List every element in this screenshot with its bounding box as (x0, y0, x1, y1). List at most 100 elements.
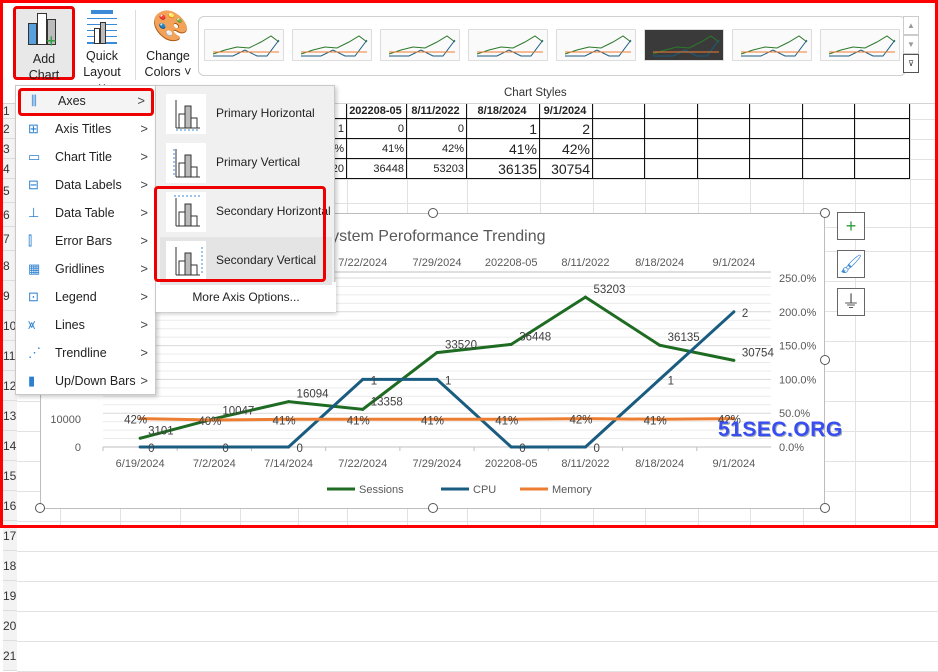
data-point[interactable] (583, 445, 587, 449)
row-header[interactable]: 20 (3, 611, 17, 641)
legend-label[interactable]: Memory (552, 484, 592, 496)
table-cell[interactable] (855, 159, 910, 179)
row-header[interactable]: 16 (3, 491, 17, 521)
row-header[interactable]: 19 (3, 581, 17, 611)
chart-styles-brush-icon[interactable]: 🖌 (837, 250, 865, 278)
data-point[interactable] (435, 351, 439, 355)
data-point[interactable] (732, 358, 736, 362)
table-cell[interactable]: 41% (347, 139, 407, 159)
resize-handle[interactable] (35, 503, 45, 513)
table-cell[interactable]: 0 (407, 119, 467, 139)
legend-label[interactable]: CPU (473, 484, 496, 496)
menu-item-axes[interactable]: ⫼ Axes > (18, 88, 154, 116)
table-cell[interactable]: 53203 (407, 159, 467, 179)
table-cell[interactable] (803, 139, 855, 159)
data-point[interactable] (361, 377, 365, 381)
data-point[interactable] (583, 295, 587, 299)
menu-item-error-bars[interactable]: ⫿ Error Bars > (18, 228, 154, 254)
table-cell[interactable] (593, 104, 645, 119)
scroll-up-icon[interactable]: ▲ (903, 16, 919, 35)
table-cell[interactable] (698, 159, 750, 179)
table-cell[interactable] (698, 139, 750, 159)
chart-style-thumbnail[interactable] (204, 29, 284, 61)
table-cell[interactable]: 9/1/2024 (540, 104, 593, 119)
table-cell[interactable] (698, 104, 750, 119)
chart-filter-icon[interactable]: ⏚ (837, 288, 865, 316)
table-cell[interactable]: 42% (407, 139, 467, 159)
chart-elements-plus-icon[interactable]: + (837, 212, 865, 240)
chart-style-thumbnail[interactable] (644, 29, 724, 61)
table-cell[interactable] (855, 139, 910, 159)
row-header[interactable]: 18 (3, 551, 17, 581)
data-point[interactable] (138, 436, 142, 440)
data-point[interactable] (658, 377, 662, 381)
table-cell[interactable] (698, 119, 750, 139)
table-cell[interactable] (645, 104, 698, 119)
change-colors-button[interactable]: 🎨 Change Colors ˅ (142, 8, 194, 80)
menu-item-chart-title[interactable]: ▭ Chart Title > (18, 144, 154, 170)
table-cell[interactable]: 36448 (347, 159, 407, 179)
table-cell[interactable]: 1 (467, 119, 540, 139)
gallery-scroll[interactable]: ▲ ▼ ⊽ (903, 16, 919, 76)
menu-item-up-down-bars[interactable]: ▮ Up/Down Bars > (18, 368, 154, 394)
table-cell[interactable] (593, 139, 645, 159)
menu-item-gridlines[interactable]: ▦ Gridlines > (18, 256, 154, 282)
row-header[interactable]: 21 (3, 641, 17, 671)
resize-handle[interactable] (428, 208, 438, 218)
data-point[interactable] (509, 445, 513, 449)
resize-handle[interactable] (820, 503, 830, 513)
chart-title[interactable]: System Peroformance Trending (321, 228, 546, 245)
add-chart-element-button[interactable]: + Add Chart Element ˅ (13, 6, 75, 114)
resize-handle[interactable] (820, 208, 830, 218)
menu-item-data-table[interactable]: ⊥ Data Table > (18, 200, 154, 226)
table-cell[interactable]: 8/11/2022 (407, 104, 467, 119)
data-point[interactable] (732, 310, 736, 314)
data-point[interactable] (287, 400, 291, 404)
row-header[interactable]: 13 (3, 401, 17, 431)
legend-label[interactable]: Sessions (359, 484, 404, 496)
menu-item-lines[interactable]: ⩙ Lines > (18, 312, 154, 338)
table-cell[interactable] (803, 104, 855, 119)
data-point[interactable] (435, 377, 439, 381)
table-cell[interactable]: 202208-05 (347, 104, 407, 119)
table-cell[interactable]: 41% (467, 139, 540, 159)
table-cell[interactable]: 8/18/2024 (467, 104, 540, 119)
table-cell[interactable] (750, 159, 803, 179)
data-point[interactable] (361, 407, 365, 411)
row-header[interactable]: 14 (3, 431, 17, 461)
submenu-item-primary-vertical[interactable]: Primary Vertical (160, 139, 332, 187)
data-point[interactable] (509, 342, 513, 346)
data-point[interactable] (287, 445, 291, 449)
table-cell[interactable]: 2 (540, 119, 593, 139)
quick-layout-button[interactable]: Quick Layout ˅ (80, 8, 124, 96)
table-cell[interactable]: 42% (540, 139, 593, 159)
resize-handle[interactable] (428, 503, 438, 513)
chart-style-thumbnail[interactable] (820, 29, 900, 61)
table-cell[interactable]: 0 (347, 119, 407, 139)
chart-style-thumbnail[interactable] (468, 29, 548, 61)
table-cell[interactable] (593, 119, 645, 139)
chart-style-thumbnail[interactable] (556, 29, 636, 61)
table-cell[interactable] (855, 119, 910, 139)
table-cell[interactable] (750, 104, 803, 119)
data-point[interactable] (138, 445, 142, 449)
chart-style-thumbnail[interactable] (380, 29, 460, 61)
menu-item-axis-titles[interactable]: ⊞ Axis Titles > (18, 116, 154, 142)
table-cell[interactable] (750, 119, 803, 139)
row-header[interactable]: 15 (3, 461, 17, 491)
data-point[interactable] (212, 445, 216, 449)
more-axis-options[interactable]: More Axis Options... (156, 282, 336, 312)
submenu-item-primary-horizontal[interactable]: Primary Horizontal (160, 90, 332, 138)
table-cell[interactable] (855, 104, 910, 119)
table-cell[interactable] (593, 159, 645, 179)
menu-item-trendline[interactable]: ⋰ Trendline > (18, 340, 154, 366)
table-cell[interactable]: 36135 (467, 159, 540, 179)
menu-item-legend[interactable]: ⊡ Legend > (18, 284, 154, 310)
chart-style-thumbnail[interactable] (732, 29, 812, 61)
table-cell[interactable] (803, 119, 855, 139)
chart-style-thumbnail[interactable] (292, 29, 372, 61)
scroll-down-icon[interactable]: ▼ (903, 35, 919, 54)
resize-handle[interactable] (820, 355, 830, 365)
table-cell[interactable] (750, 139, 803, 159)
row-header[interactable]: 17 (3, 521, 17, 551)
